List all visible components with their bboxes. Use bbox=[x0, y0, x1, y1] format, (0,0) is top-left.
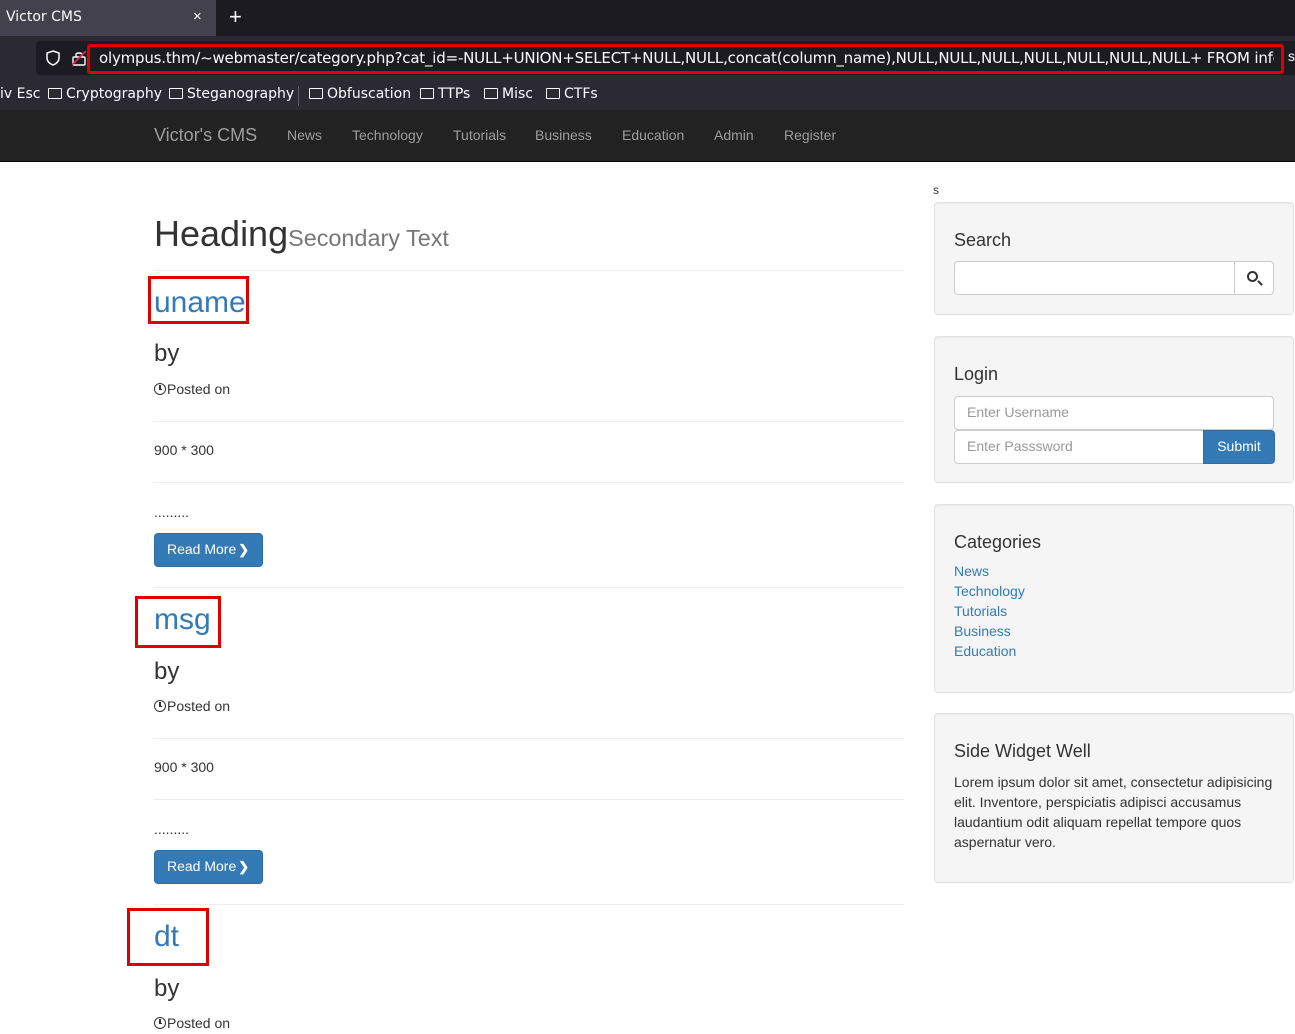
post-author: by bbox=[154, 658, 180, 685]
post-image-placeholder: 900 * 300 bbox=[154, 759, 214, 775]
folder-icon bbox=[546, 88, 560, 99]
bookmark-label: CTFs bbox=[564, 86, 598, 102]
read-more-button[interactable]: Read More ❯ bbox=[154, 850, 263, 884]
bookmark-cryptography[interactable]: Cryptography bbox=[48, 86, 162, 102]
nav-technology[interactable]: Technology bbox=[352, 127, 423, 143]
post-excerpt: ......... bbox=[154, 821, 190, 837]
search-icon bbox=[1247, 271, 1258, 282]
clock-icon bbox=[154, 383, 166, 395]
read-more-label: Read More bbox=[167, 541, 237, 557]
browser-tab[interactable]: Victor CMS × bbox=[0, 0, 216, 36]
bookmark-label: Obfuscation bbox=[327, 86, 412, 102]
post-date: Posted on bbox=[154, 381, 230, 397]
url-overflow-text: s bbox=[1288, 48, 1295, 64]
category-tutorials[interactable]: Tutorials bbox=[954, 603, 1007, 619]
username-field[interactable]: Enter Username bbox=[954, 396, 1274, 430]
lock-insecure-icon[interactable] bbox=[72, 50, 86, 66]
bookmark-iv-esc[interactable]: iv Esc bbox=[0, 86, 40, 102]
nav-admin[interactable]: Admin bbox=[714, 127, 754, 143]
heading-secondary: Secondary Text bbox=[288, 225, 449, 251]
folder-icon bbox=[48, 88, 62, 99]
url-input[interactable]: olympus.thm/~webmaster/category.php?cat_… bbox=[99, 49, 1274, 67]
bookmark-obfuscation[interactable]: Obfuscation bbox=[309, 86, 411, 102]
bookmarks-bar: iv Esc Cryptography Steganography Obfusc… bbox=[0, 82, 1295, 110]
submit-button[interactable]: Submit bbox=[1203, 430, 1275, 464]
search-title: Search bbox=[954, 230, 1012, 250]
category-education[interactable]: Education bbox=[954, 643, 1016, 659]
category-news[interactable]: News bbox=[954, 563, 989, 579]
nav-education[interactable]: Education bbox=[622, 127, 684, 143]
shield-icon[interactable] bbox=[45, 50, 61, 66]
bookmarks-separator bbox=[298, 86, 299, 106]
folder-icon bbox=[484, 88, 498, 99]
chevron-right-icon: ❯ bbox=[238, 859, 250, 874]
bookmark-label: iv Esc bbox=[0, 86, 41, 102]
login-widget: Login Enter Username Enter Passsword Sub… bbox=[934, 336, 1294, 483]
bookmark-ttps[interactable]: TTPs bbox=[420, 86, 470, 102]
heading-text: Heading bbox=[154, 213, 289, 254]
post-excerpt: ......... bbox=[154, 504, 190, 520]
divider bbox=[154, 904, 904, 905]
post-image-placeholder: 900 * 300 bbox=[154, 442, 214, 458]
browser-tab-bar: Victor CMS × + bbox=[0, 0, 1295, 36]
categories-widget: Categories News Technology Tutorials Bus… bbox=[934, 504, 1294, 693]
folder-icon bbox=[420, 88, 434, 99]
post-author: by bbox=[154, 975, 180, 1002]
stray-output-text: s bbox=[933, 183, 939, 197]
bookmark-label: TTPs bbox=[438, 86, 471, 102]
post-date: Posted on bbox=[154, 1015, 230, 1031]
url-bar[interactable]: olympus.thm/~webmaster/category.php?cat_… bbox=[36, 41, 1295, 75]
login-title: Login bbox=[954, 364, 999, 384]
divider bbox=[154, 421, 904, 422]
password-field[interactable]: Enter Passsword bbox=[954, 430, 1204, 464]
post-date: Posted on bbox=[154, 698, 230, 714]
folder-icon bbox=[169, 88, 183, 99]
browser-toolbar: olympus.thm/~webmaster/category.php?cat_… bbox=[0, 36, 1295, 82]
read-more-button[interactable]: Read More ❯ bbox=[154, 533, 263, 567]
nav-news[interactable]: News bbox=[287, 127, 322, 143]
page-header: HeadingSecondary Text bbox=[154, 214, 904, 271]
posted-label: Posted on bbox=[167, 698, 231, 714]
read-more-label: Read More bbox=[167, 858, 237, 874]
folder-icon bbox=[309, 88, 323, 99]
bookmark-misc[interactable]: Misc bbox=[484, 86, 533, 102]
post-author: by bbox=[154, 340, 180, 367]
side-widget-text: Lorem ipsum dolor sit amet, consectetur … bbox=[954, 774, 1273, 850]
bookmark-label: Misc bbox=[502, 86, 533, 102]
close-tab-icon[interactable]: × bbox=[193, 8, 202, 25]
category-business[interactable]: Business bbox=[954, 623, 1011, 639]
page-title: HeadingSecondary Text bbox=[154, 214, 904, 254]
side-widget: Side Widget Well Lorem ipsum dolor sit a… bbox=[934, 713, 1294, 883]
search-input[interactable] bbox=[954, 261, 1235, 295]
divider bbox=[154, 738, 904, 739]
clock-icon bbox=[154, 700, 166, 712]
side-widget-title: Side Widget Well bbox=[954, 741, 1091, 761]
divider bbox=[154, 587, 904, 588]
clock-icon bbox=[154, 1017, 166, 1029]
bookmark-label: Cryptography bbox=[66, 86, 163, 102]
tab-title: Victor CMS bbox=[6, 9, 82, 25]
chevron-right-icon: ❯ bbox=[238, 542, 250, 557]
posted-label: Posted on bbox=[167, 381, 231, 397]
divider bbox=[154, 482, 904, 483]
search-button[interactable] bbox=[1234, 261, 1274, 295]
new-tab-button[interactable]: + bbox=[229, 4, 242, 30]
posted-label: Posted on bbox=[167, 1015, 231, 1031]
site-brand[interactable]: Victor's CMS bbox=[154, 125, 257, 146]
post-title-link[interactable]: uname bbox=[154, 286, 246, 320]
nav-tutorials[interactable]: Tutorials bbox=[453, 127, 506, 143]
categories-title: Categories bbox=[954, 532, 1042, 552]
bookmark-label: Steganography bbox=[187, 86, 295, 102]
site-navbar: Victor's CMS News Technology Tutorials B… bbox=[0, 110, 1295, 162]
post-title-link[interactable]: dt bbox=[154, 920, 179, 954]
post-title-link[interactable]: msg bbox=[154, 603, 211, 637]
nav-register[interactable]: Register bbox=[784, 127, 836, 143]
bookmark-ctfs[interactable]: CTFs bbox=[546, 86, 598, 102]
nav-business[interactable]: Business bbox=[535, 127, 592, 143]
category-technology[interactable]: Technology bbox=[954, 583, 1025, 599]
bookmark-steganography[interactable]: Steganography bbox=[169, 86, 294, 102]
divider bbox=[154, 799, 904, 800]
search-widget: Search bbox=[934, 202, 1294, 315]
